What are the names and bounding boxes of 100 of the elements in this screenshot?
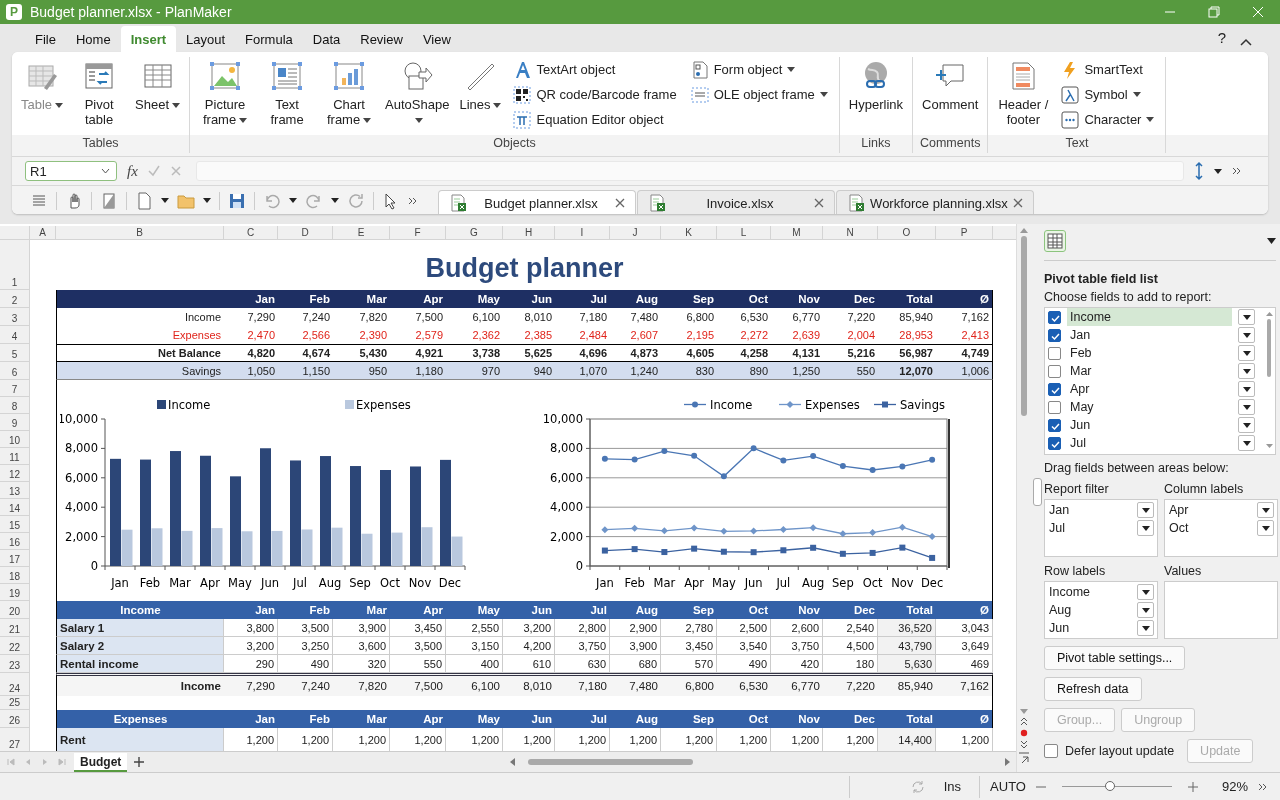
menu-tab[interactable]: Data xyxy=(302,26,351,52)
field-item[interactable]: Feb xyxy=(1067,344,1232,362)
ribbon-button[interactable]: Picture frame xyxy=(194,57,257,134)
document-tab[interactable]: Workforce planning.xlsx xyxy=(836,190,1034,214)
row-header[interactable]: 25 xyxy=(0,696,30,710)
help-button[interactable]: ? xyxy=(1217,29,1226,46)
ribbon-button[interactable]: OLE object frame xyxy=(687,82,831,107)
column-header[interactable]: E xyxy=(333,226,390,240)
page-view-icon[interactable] xyxy=(100,191,118,210)
row-header[interactable]: 7 xyxy=(0,380,30,397)
ribbon-button[interactable]: Pivot table xyxy=(68,57,131,134)
field-item[interactable]: Jul xyxy=(1067,434,1232,452)
function-button[interactable]: fx xyxy=(127,162,138,180)
scrollbar-thumb[interactable] xyxy=(1267,319,1271,377)
area-item[interactable]: Oct xyxy=(1169,521,1189,535)
scroll-left-icon[interactable] xyxy=(510,758,516,766)
scroll-up-icon[interactable] xyxy=(1019,228,1028,233)
ribbon-button[interactable]: AutoShape xyxy=(380,57,455,134)
dropdown-button[interactable] xyxy=(1238,435,1255,451)
column-header[interactable]: L xyxy=(717,226,771,240)
row-header[interactable]: 11 xyxy=(0,448,30,465)
checkbox[interactable] xyxy=(1048,346,1061,360)
scroll-right-icon[interactable] xyxy=(1004,758,1010,766)
row-header[interactable]: 20 xyxy=(0,601,30,619)
area-item[interactable]: Jan xyxy=(1049,503,1070,517)
ribbon-button[interactable]: Header / footer xyxy=(992,57,1055,134)
close-icon[interactable] xyxy=(1013,198,1023,208)
dropdown-button[interactable] xyxy=(1257,520,1274,536)
check-icon[interactable] xyxy=(147,165,160,177)
column-header[interactable]: G xyxy=(446,226,503,240)
dropdown-button[interactable] xyxy=(1137,520,1154,536)
next-page-icon[interactable] xyxy=(1019,740,1028,749)
menu-tab[interactable]: View xyxy=(412,26,461,52)
row-header[interactable]: 9 xyxy=(0,414,30,431)
dropdown-icon[interactable] xyxy=(289,198,297,203)
more-icon[interactable] xyxy=(408,196,418,205)
row-header[interactable]: 23 xyxy=(0,655,30,673)
checkbox[interactable] xyxy=(1048,364,1061,378)
row-header[interactable]: 5 xyxy=(0,344,30,362)
row-header[interactable]: 17 xyxy=(0,550,30,567)
dropdown-button[interactable] xyxy=(1257,502,1274,518)
field-list[interactable]: Income Jan Feb Mar Apr May Jun Jul xyxy=(1044,307,1276,455)
ribbon-button[interactable]: TextArt object xyxy=(510,57,680,82)
slider-thumb[interactable] xyxy=(1105,780,1116,791)
panel-menu-icon[interactable] xyxy=(1267,238,1276,244)
horizontal-scrollbar[interactable] xyxy=(510,758,1010,766)
ribbon-button[interactable]: SmartText xyxy=(1058,57,1158,82)
row-header[interactable]: 1 xyxy=(0,240,30,290)
column-header[interactable]: P xyxy=(936,226,993,240)
dropdown-button[interactable] xyxy=(1238,345,1255,361)
dropdown-button[interactable] xyxy=(1238,381,1255,397)
field-item[interactable]: Jun xyxy=(1067,416,1232,434)
ribbon-button[interactable]: Equation Editor object xyxy=(510,107,680,132)
checkbox[interactable] xyxy=(1048,436,1061,450)
dropdown-icon[interactable] xyxy=(161,198,169,203)
column-header[interactable]: M xyxy=(771,226,823,240)
row-header[interactable]: 8 xyxy=(0,397,30,414)
dropdown-button[interactable] xyxy=(1238,363,1255,379)
column-header[interactable]: F xyxy=(390,226,446,240)
area-item[interactable]: Aug xyxy=(1049,603,1072,617)
dropdown-button[interactable] xyxy=(1238,327,1255,343)
dropdown-icon[interactable] xyxy=(203,198,211,203)
row-header[interactable]: 14 xyxy=(0,499,30,516)
row-header[interactable]: 10 xyxy=(0,431,30,448)
restore-icon[interactable] xyxy=(1208,6,1220,18)
row-header[interactable]: 4 xyxy=(0,326,30,344)
area-box[interactable]: Income Aug Jun xyxy=(1044,581,1158,639)
panel-button[interactable]: Pivot table settings... xyxy=(1044,646,1186,670)
menu-tab[interactable]: Insert xyxy=(120,26,177,52)
pivot-grid-icon[interactable] xyxy=(1047,233,1063,249)
dropdown-icon[interactable] xyxy=(331,198,339,203)
dropdown-button[interactable] xyxy=(1137,620,1154,636)
column-header[interactable]: N xyxy=(823,226,878,240)
row-header[interactable]: 18 xyxy=(0,567,30,584)
dropdown-button[interactable] xyxy=(1238,417,1255,433)
scrollbar-thumb[interactable] xyxy=(1020,236,1027,416)
insert-mode[interactable]: Ins xyxy=(943,779,962,794)
previous-page-icon[interactable] xyxy=(1019,717,1028,726)
save-icon[interactable] xyxy=(228,191,246,210)
row-header[interactable]: 16 xyxy=(0,533,30,550)
ribbon-button[interactable]: Form object xyxy=(687,57,831,82)
row-header[interactable]: 26 xyxy=(0,710,30,728)
row-header[interactable]: 3 xyxy=(0,308,30,326)
more-icon[interactable] xyxy=(1258,782,1268,791)
ribbon-button[interactable]: Sheet xyxy=(130,57,186,134)
row-header[interactable]: 2 xyxy=(0,290,30,308)
column-header[interactable]: I xyxy=(555,226,610,240)
row-height-icon[interactable] xyxy=(1193,161,1204,181)
ribbon-button[interactable]: Text frame xyxy=(256,57,319,134)
checkbox[interactable] xyxy=(1048,328,1061,342)
dropdown-button[interactable] xyxy=(1137,602,1154,618)
area-item[interactable]: Jun xyxy=(1049,621,1070,635)
close-icon[interactable] xyxy=(615,198,625,208)
panel-button[interactable]: Refresh data xyxy=(1044,677,1142,701)
area-item[interactable]: Jul xyxy=(1049,521,1065,535)
document-tab[interactable]: Budget planner.xlsx xyxy=(438,190,636,214)
dropdown-button[interactable] xyxy=(1137,584,1154,600)
column-header[interactable]: D xyxy=(278,226,333,240)
column-header[interactable]: K xyxy=(661,226,717,240)
row-header[interactable]: 21 xyxy=(0,619,30,637)
